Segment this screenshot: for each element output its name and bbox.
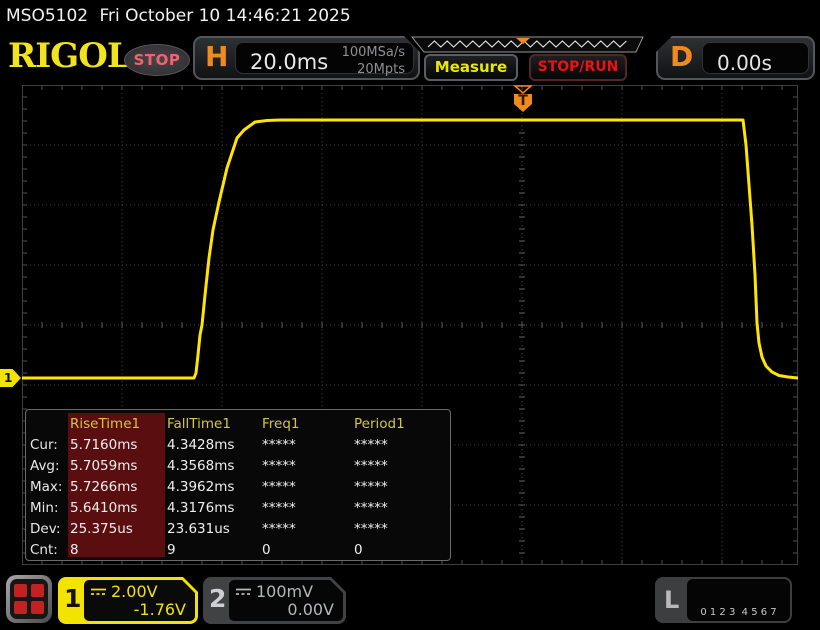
titlebar: MSO5102 Fri October 10 14:46:21 2025 <box>0 0 820 32</box>
measure-value: 5.7160ms <box>70 435 167 456</box>
measure-value: 25.375us <box>70 519 167 540</box>
measure-value: ***** <box>262 498 354 519</box>
logic-row1: 0 1 2 3 4 5 6 7 <box>687 607 790 618</box>
measure-value: 9 <box>167 540 262 561</box>
channel2-readout: 100mV 0.00V <box>229 580 343 621</box>
acquisition-state-badge: STOP <box>124 44 190 76</box>
channel2-offset: 0.00V <box>287 600 334 619</box>
measure-column-header[interactable]: RiseTime1 <box>70 413 167 435</box>
measure-row-label: Dev: <box>30 519 70 540</box>
memory-depth: 20Mpts <box>342 62 405 79</box>
menu-square-icon <box>14 584 27 597</box>
measure-row-label: Min: <box>30 498 70 519</box>
channel2-number: 2 <box>209 584 226 613</box>
measure-value: 4.3962ms <box>167 477 262 498</box>
measure-value: ***** <box>354 519 446 540</box>
horizontal-readout: 20.0ms 100MSa/s 20Mpts <box>235 42 414 74</box>
measure-corner-cell <box>30 413 70 435</box>
measure-column-header[interactable]: FallTime1 <box>167 413 262 435</box>
measure-value: 4.3568ms <box>167 456 262 477</box>
measure-row-label: Cnt: <box>30 540 70 561</box>
measure-value: ***** <box>262 519 354 540</box>
measure-row-label: Avg: <box>30 456 70 477</box>
channel1-number: 1 <box>64 584 81 613</box>
trigger-letter: T <box>518 93 528 109</box>
waveform-preview-strip[interactable] <box>410 36 645 53</box>
measure-value: ***** <box>354 477 446 498</box>
channel1-level-marker[interactable]: 1 <box>0 369 21 387</box>
measure-value: 8 <box>70 540 167 561</box>
ch1-trace <box>22 120 798 378</box>
measure-value: ***** <box>262 435 354 456</box>
dc-coupling-icon <box>91 587 106 597</box>
measure-value: ***** <box>262 477 354 498</box>
measure-value: 5.7266ms <box>70 477 167 498</box>
sample-rate-readout: 100MSa/s 20Mpts <box>342 45 405 79</box>
horizontal-label: H <box>205 40 228 73</box>
model-name: MSO5102 <box>6 6 88 26</box>
logic-readout: 0 1 2 3 4 5 6 7 8 9 1011 12131415 <box>687 579 790 621</box>
menu-square-icon <box>14 601 27 614</box>
channel1-badge[interactable]: 1 2.00V -1.76V <box>58 577 198 624</box>
menu-square-icon <box>31 601 44 614</box>
measure-value: ***** <box>354 435 446 456</box>
measure-value: 4.3176ms <box>167 498 262 519</box>
delay-panel[interactable]: D 0.00s <box>656 36 815 80</box>
trigger-position-icon <box>515 86 531 93</box>
header-bar: RIGOL STOP H 20.0ms 100MSa/s 20Mpts Meas… <box>0 32 820 85</box>
delay-label: D <box>670 40 693 73</box>
rigol-logo: RIGOL <box>8 36 130 76</box>
measure-value: 4.3428ms <box>167 435 262 456</box>
stop-run-button[interactable]: STOP/RUN <box>529 54 627 81</box>
channel1-readout: 2.00V -1.76V <box>84 580 195 621</box>
menu-square-icon <box>31 584 44 597</box>
datetime: Fri October 10 14:46:21 2025 <box>100 6 351 26</box>
oscilloscope-screen: MSO5102 Fri October 10 14:46:21 2025 RIG… <box>0 0 820 630</box>
channel2-scale: 100mV <box>256 582 313 601</box>
timebase-value: 20.0ms <box>250 50 328 74</box>
menu-grid-icon[interactable] <box>6 575 52 623</box>
measure-column-header[interactable]: Freq1 <box>262 413 354 435</box>
measure-value: 5.6410ms <box>70 498 167 519</box>
measure-value: ***** <box>354 498 446 519</box>
dc-coupling-icon <box>236 587 251 597</box>
bottom-bar: 1 2.00V -1.76V 2 <box>0 568 820 630</box>
delay-value: 0.00s <box>717 51 772 75</box>
logic-channels-badge[interactable]: L 0 1 2 3 4 5 6 7 8 9 1011 12131415 <box>655 577 792 623</box>
channel2-badge[interactable]: 2 100mV 0.00V <box>203 577 346 624</box>
measure-value: 23.631us <box>167 519 262 540</box>
measure-row-label: Max: <box>30 477 70 498</box>
delay-readout: 0.00s <box>702 42 809 74</box>
logic-label: L <box>664 586 679 614</box>
sample-rate: 100MSa/s <box>342 45 405 62</box>
measure-value: ***** <box>354 456 446 477</box>
measure-value: 0 <box>262 540 354 561</box>
measure-column-header[interactable]: Period1 <box>354 413 446 435</box>
measure-value: 5.7059ms <box>70 456 167 477</box>
channel1-offset: -1.76V <box>134 600 186 619</box>
measurement-table-grid: RiseTime1FallTime1Freq1Period1 Cur:5.7160… <box>26 410 450 561</box>
measure-button[interactable]: Measure <box>424 54 518 81</box>
horizontal-panel[interactable]: H 20.0ms 100MSa/s 20Mpts <box>193 36 420 80</box>
measurement-table: RiseTime1FallTime1Freq1Period1 Cur:5.7160… <box>25 409 451 561</box>
trigger-marker[interactable]: T <box>514 86 532 112</box>
measure-value: ***** <box>262 456 354 477</box>
channel1-scale: 2.00V <box>111 582 158 601</box>
measure-row-label: Cur: <box>30 435 70 456</box>
measure-value: 0 <box>354 540 446 561</box>
